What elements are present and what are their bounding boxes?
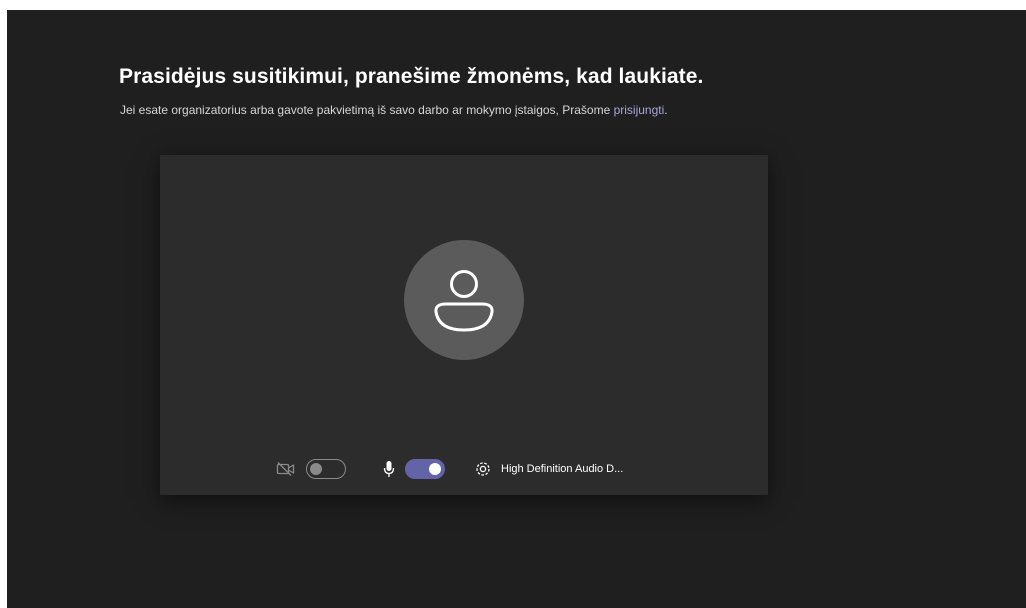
signin-link[interactable]: prisijungti [614,103,665,117]
camera-toggle[interactable] [306,459,346,479]
audio-device-label[interactable]: High Definition Audio D... [501,463,623,475]
signin-hint-text: Jei esate organizatorius arba gavote pak… [120,103,614,117]
page-title: Prasidėjus susitikimui, pranešime žmonėm… [119,65,704,88]
avatar [404,240,524,360]
signin-hint-end: . [664,103,668,117]
device-controls: High Definition Audio D... [160,455,768,485]
camera-off-icon [276,461,296,482]
microphone-toggle[interactable] [405,459,445,479]
signin-hint: Jei esate organizatorius arba gavote pak… [120,103,668,117]
microphone-toggle-knob [429,463,441,475]
camera-toggle-knob [310,463,322,475]
video-preview: High Definition Audio D... [160,155,768,495]
microphone-icon [382,460,396,483]
prejoin-screen: Prasidėjus susitikimui, pranešime žmonėm… [7,10,1026,608]
gear-icon[interactable] [474,460,492,483]
person-icon [434,270,494,332]
